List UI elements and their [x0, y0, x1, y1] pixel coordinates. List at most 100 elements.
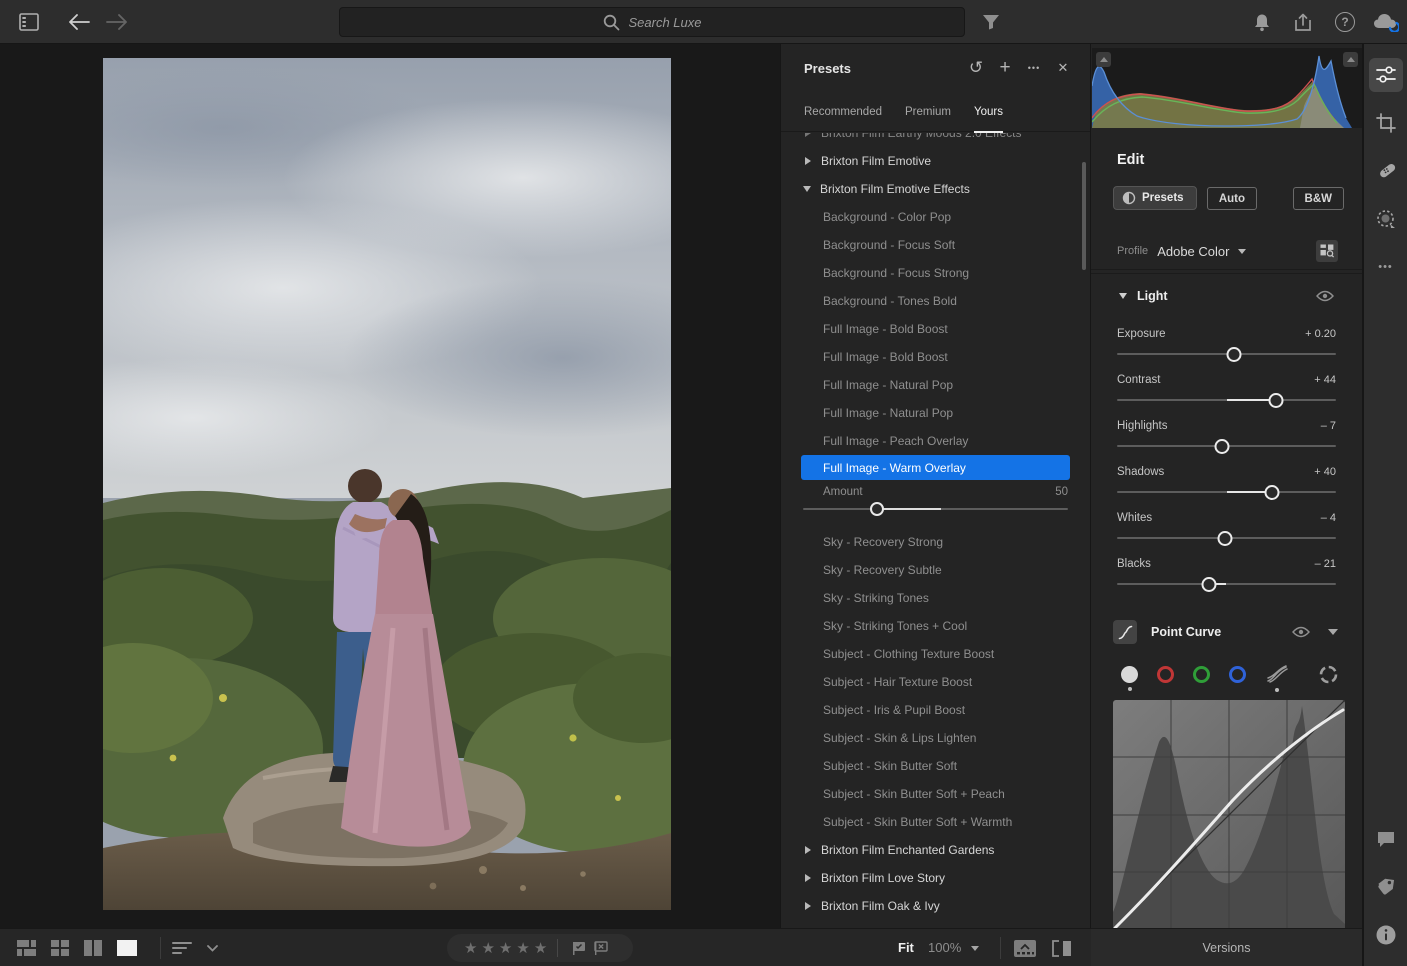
healing-tool-icon[interactable] — [1369, 154, 1403, 188]
notifications-bell-icon[interactable] — [1246, 6, 1278, 38]
forward-arrow-icon[interactable] — [101, 6, 133, 38]
auto-button[interactable]: Auto — [1207, 187, 1257, 210]
info-icon[interactable] — [1369, 918, 1403, 952]
channel-green-button[interactable] — [1193, 666, 1210, 683]
before-after-icon[interactable] — [1050, 936, 1074, 960]
tab-recommended[interactable]: Recommended — [804, 92, 882, 132]
filter-funnel-icon[interactable] — [975, 6, 1007, 38]
more-options-icon[interactable]: ••• — [1023, 57, 1045, 79]
slider-track[interactable] — [1117, 353, 1336, 355]
edit-tool-icon[interactable] — [1369, 58, 1403, 92]
star-rating[interactable]: ★ ★ ★ ★ ★ — [464, 941, 547, 956]
parametric-curve-button[interactable] — [1265, 664, 1289, 684]
channel-blue-button[interactable] — [1229, 666, 1246, 683]
slider-knob[interactable] — [1265, 485, 1280, 500]
chevron-down-icon[interactable] — [200, 936, 224, 960]
back-arrow-icon[interactable] — [63, 6, 95, 38]
view-photo-grid-icon[interactable] — [14, 936, 38, 960]
channel-white-button[interactable] — [1121, 666, 1138, 683]
view-detail-icon[interactable] — [115, 936, 139, 960]
light-section-header[interactable]: Light — [1091, 274, 1362, 318]
zoom-level[interactable]: 100% — [928, 940, 961, 955]
photo[interactable] — [103, 58, 671, 910]
preset-item[interactable]: Subject - Clothing Texture Boost — [781, 640, 1090, 668]
preset-group[interactable]: Brixton Film Emotive Effects — [781, 175, 1090, 203]
revert-icon[interactable]: ↺ — [965, 57, 987, 79]
tab-premium[interactable]: Premium — [905, 92, 951, 132]
pick-flag-icon[interactable] — [567, 938, 589, 958]
profile-value[interactable]: Adobe Color — [1157, 244, 1229, 259]
share-icon[interactable] — [1287, 6, 1319, 38]
slider-knob[interactable] — [1227, 347, 1242, 362]
star-icon[interactable]: ★ — [534, 941, 547, 956]
star-icon[interactable]: ★ — [516, 941, 529, 956]
bw-button[interactable]: B&W — [1293, 187, 1344, 210]
targeted-adjustment-icon[interactable] — [1319, 665, 1338, 684]
preset-item[interactable]: Background - Focus Soft — [781, 231, 1090, 259]
comments-icon[interactable] — [1369, 822, 1403, 856]
more-tools-icon[interactable]: ••• — [1369, 250, 1403, 284]
crop-tool-icon[interactable] — [1369, 106, 1403, 140]
star-icon[interactable]: ★ — [464, 941, 477, 956]
sort-icon[interactable] — [170, 936, 194, 960]
keyword-tag-icon[interactable] — [1369, 870, 1403, 904]
masking-tool-icon[interactable] — [1369, 202, 1403, 236]
shadow-clipping-icon[interactable] — [1096, 52, 1111, 67]
tab-yours[interactable]: Yours — [974, 92, 1003, 132]
preset-item[interactable]: Subject - Skin Butter Soft — [781, 752, 1090, 780]
preset-item[interactable]: Background - Focus Strong — [781, 259, 1090, 287]
chevron-down-icon[interactable] — [971, 946, 979, 951]
slider-track[interactable] — [1117, 445, 1336, 447]
filmstrip-toggle-icon[interactable] — [1013, 936, 1037, 960]
help-icon[interactable]: ? — [1329, 6, 1361, 38]
slider-knob[interactable] — [1269, 393, 1284, 408]
profile-browser-icon[interactable] — [1316, 240, 1338, 262]
preset-item[interactable]: Background - Tones Bold — [781, 287, 1090, 315]
histogram[interactable] — [1092, 48, 1362, 128]
fit-button[interactable]: Fit — [898, 940, 914, 955]
channel-red-button[interactable] — [1157, 666, 1174, 683]
preset-item[interactable]: Sky - Striking Tones + Cool — [781, 612, 1090, 640]
preset-item[interactable]: Full Image - Natural Pop — [781, 371, 1090, 399]
tone-curve-graph[interactable] — [1113, 700, 1345, 930]
amount-slider-track[interactable] — [803, 508, 1068, 510]
highlight-clipping-icon[interactable] — [1343, 52, 1358, 67]
preset-item[interactable]: Subject - Skin Butter Soft + Peach — [781, 780, 1090, 808]
slider-knob[interactable] — [1218, 531, 1233, 546]
preset-item[interactable]: Full Image - Natural Pop — [781, 399, 1090, 427]
versions-bar[interactable]: Versions — [1091, 928, 1362, 966]
preset-item[interactable]: Full Image - Bold Boost — [781, 343, 1090, 371]
eye-icon[interactable] — [1292, 626, 1310, 638]
preset-group[interactable]: Brixton Film Oak & Ivy — [781, 892, 1090, 920]
preset-item[interactable]: Subject - Skin Butter Soft + Warmth — [781, 808, 1090, 836]
preset-item[interactable]: Subject - Iris & Pupil Boost — [781, 696, 1090, 724]
preset-group[interactable]: Brixton Film Emotive — [781, 147, 1090, 175]
star-icon[interactable]: ★ — [481, 941, 494, 956]
preset-item[interactable]: Sky - Recovery Strong — [781, 528, 1090, 556]
preset-item[interactable]: Subject - Skin & Lips Lighten — [781, 724, 1090, 752]
add-preset-icon[interactable]: + — [994, 57, 1016, 79]
slider-track[interactable] — [1117, 537, 1336, 539]
chevron-down-icon[interactable] — [1328, 629, 1338, 635]
search-input[interactable]: Search Luxe — [339, 7, 965, 37]
close-icon[interactable]: ✕ — [1052, 57, 1074, 79]
preset-item[interactable]: Subject - Hair Texture Boost — [781, 668, 1090, 696]
slider-knob[interactable] — [1201, 577, 1216, 592]
view-square-grid-icon[interactable] — [48, 936, 72, 960]
preset-item[interactable]: Full Image - Warm Overlay — [801, 455, 1070, 480]
amount-slider-knob[interactable] — [870, 502, 884, 516]
preset-item[interactable]: Sky - Recovery Subtle — [781, 556, 1090, 584]
panel-toggle-icon[interactable] — [13, 6, 45, 38]
star-icon[interactable]: ★ — [499, 941, 512, 956]
chevron-down-icon[interactable] — [1238, 249, 1246, 254]
view-compare-icon[interactable] — [81, 936, 105, 960]
eye-icon[interactable] — [1316, 290, 1334, 302]
curve-tool-icon[interactable] — [1113, 620, 1137, 644]
slider-track[interactable] — [1117, 583, 1336, 585]
cloud-sync-icon[interactable] — [1370, 6, 1402, 38]
preset-item[interactable]: Background - Color Pop — [781, 203, 1090, 231]
presets-toggle-button[interactable]: Presets — [1113, 186, 1197, 210]
scrollbar-thumb[interactable] — [1082, 162, 1086, 270]
slider-track[interactable] — [1117, 399, 1336, 401]
preset-item[interactable]: Full Image - Bold Boost — [781, 315, 1090, 343]
